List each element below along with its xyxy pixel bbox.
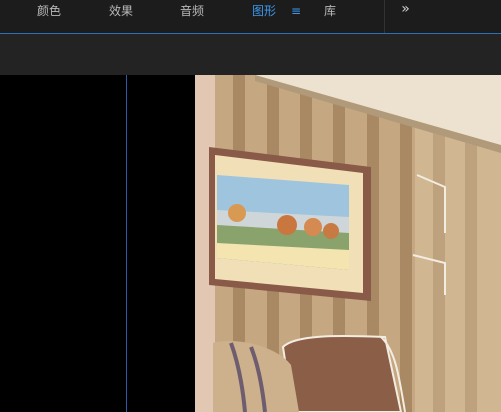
video-frame-image [195, 75, 501, 412]
program-monitor[interactable] [0, 75, 501, 412]
tab-graphics[interactable]: 图形 [252, 0, 276, 22]
tab-effects[interactable]: 效果 [109, 0, 133, 22]
more-workspaces-button[interactable]: » [384, 0, 426, 33]
panel-header-strip [0, 34, 501, 75]
double-chevron-right-icon: » [401, 1, 410, 17]
workspace-tab-bar: 颜色 效果 音频 图形 ≡ 库 » [0, 0, 501, 34]
tab-libraries[interactable]: 库 [324, 0, 336, 22]
tab-menu-icon[interactable]: ≡ [290, 2, 302, 20]
video-frame [195, 75, 501, 412]
tab-audio[interactable]: 音频 [180, 0, 204, 22]
guide-line [126, 75, 127, 412]
tab-color[interactable]: 颜色 [37, 0, 61, 22]
